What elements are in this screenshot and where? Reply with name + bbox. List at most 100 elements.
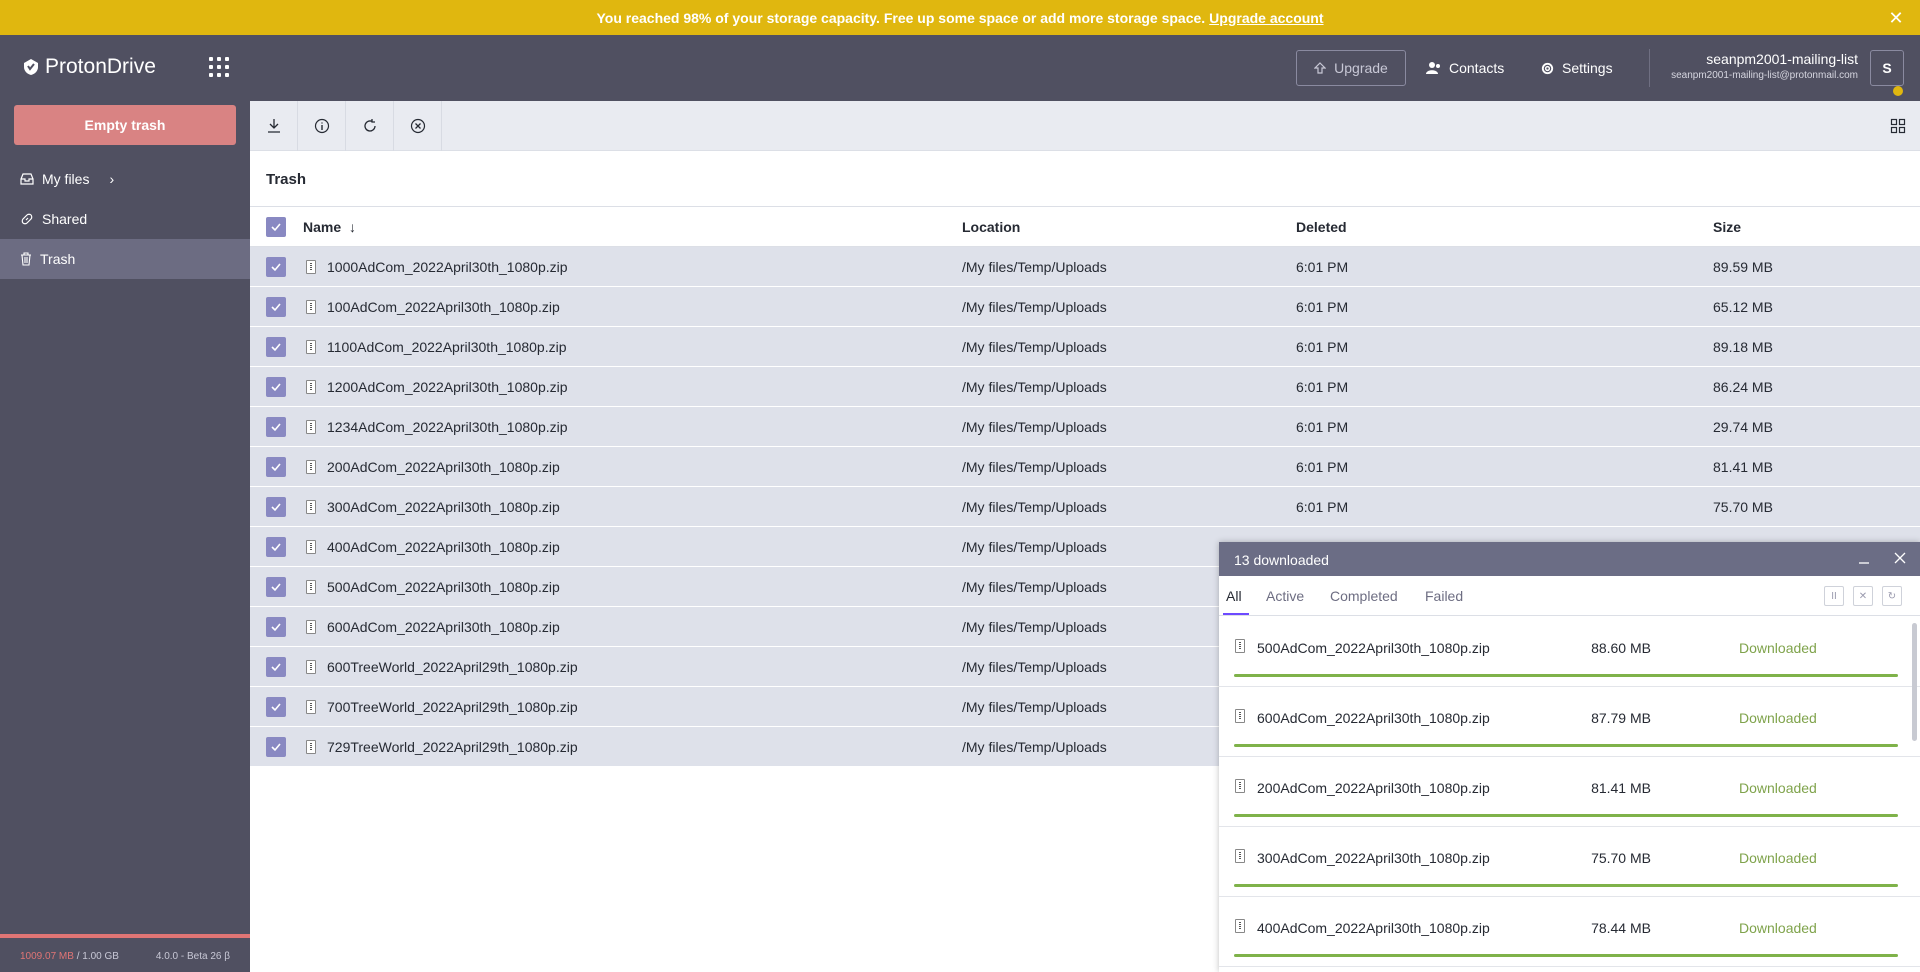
row-checkbox[interactable]: [266, 737, 286, 757]
checkmark-icon: [271, 463, 281, 472]
file-location: /My files/Temp/Uploads: [962, 579, 1107, 595]
column-location[interactable]: Location: [962, 219, 1020, 235]
upgrade-button[interactable]: Upgrade: [1296, 50, 1406, 86]
file-name: 729TreeWorld_2022April29th_1080p.zip: [327, 739, 578, 755]
file-location: /My files/Temp/Uploads: [962, 539, 1107, 555]
file-location: /My files/Temp/Uploads: [962, 379, 1107, 395]
restore-button[interactable]: [346, 101, 394, 151]
sidebar-item-label: Shared: [42, 211, 88, 227]
transfer-file-name: 200AdCom_2022April30th_1080p.zip: [1257, 780, 1490, 796]
file-location: /My files/Temp/Uploads: [962, 499, 1107, 515]
file-name: 600AdCom_2022April30th_1080p.zip: [327, 619, 560, 635]
row-checkbox[interactable]: [266, 337, 286, 357]
pause-all-icon[interactable]: II: [1824, 586, 1844, 606]
active-tab-indicator: [1223, 613, 1249, 615]
tab-failed[interactable]: Failed: [1425, 588, 1463, 604]
upgrade-account-link[interactable]: Upgrade account: [1209, 10, 1323, 26]
table-row[interactable]: 300AdCom_2022April30th_1080p.zip/My file…: [250, 487, 1920, 527]
file-deleted: 6:01 PM: [1296, 459, 1349, 475]
table-row[interactable]: 1200AdCom_2022April30th_1080p.zip/My fil…: [250, 367, 1920, 407]
select-all-checkbox[interactable]: [266, 217, 286, 237]
tab-completed[interactable]: Completed: [1330, 588, 1398, 604]
transfer-file-size: 88.60 MB: [1591, 640, 1651, 656]
row-checkbox[interactable]: [266, 697, 286, 717]
column-size[interactable]: Size: [1713, 219, 1741, 235]
sidebar-item-shared[interactable]: Shared: [0, 199, 250, 239]
avatar[interactable]: S: [1870, 50, 1904, 86]
transfer-item[interactable]: 500AdCom_2022April30th_1080p.zip 88.60 MB…: [1219, 617, 1920, 687]
row-checkbox[interactable]: [266, 657, 286, 677]
upgrade-label: Upgrade: [1334, 60, 1388, 76]
contacts-label: Contacts: [1449, 60, 1505, 76]
row-checkbox[interactable]: [266, 617, 286, 637]
minimize-icon[interactable]: [1856, 550, 1872, 566]
row-checkbox[interactable]: [266, 537, 286, 557]
checkmark-icon: [271, 383, 281, 392]
checkmark-icon: [271, 223, 281, 232]
proton-logo-icon: [24, 59, 38, 75]
banner-message: You reached 98% of your storage capacity…: [596, 9, 1206, 26]
download-button[interactable]: [250, 101, 298, 151]
transfer-list: 500AdCom_2022April30th_1080p.zip 88.60 MB…: [1219, 617, 1920, 972]
proton-drive-logo[interactable]: ProtonDrive: [22, 55, 156, 79]
user-info[interactable]: seanpm2001-mailing-list seanpm2001-maili…: [1671, 51, 1858, 81]
settings-link[interactable]: Settings: [1540, 60, 1613, 76]
file-deleted: 6:01 PM: [1296, 259, 1349, 275]
details-button[interactable]: [298, 101, 346, 151]
zip-file-icon: [306, 300, 316, 314]
file-location: /My files/Temp/Uploads: [962, 699, 1107, 715]
empty-trash-button[interactable]: Empty trash: [14, 105, 236, 145]
zip-file-icon: [1235, 639, 1245, 653]
delete-permanently-button[interactable]: [394, 101, 442, 151]
row-checkbox[interactable]: [266, 577, 286, 597]
zip-file-icon: [306, 420, 316, 434]
file-size: 75.70 MB: [1713, 499, 1773, 515]
table-row[interactable]: 1000AdCom_2022April30th_1080p.zip/My fil…: [250, 247, 1920, 287]
zip-file-icon: [306, 620, 316, 634]
column-deleted[interactable]: Deleted: [1296, 219, 1347, 235]
restart-all-icon[interactable]: ↻: [1882, 586, 1902, 606]
cancel-all-icon[interactable]: ✕: [1853, 586, 1873, 606]
table-row[interactable]: 1234AdCom_2022April30th_1080p.zip/My fil…: [250, 407, 1920, 447]
sidebar-item-trash[interactable]: Trash: [0, 239, 250, 279]
file-name: 700TreeWorld_2022April29th_1080p.zip: [327, 699, 578, 715]
contacts-link[interactable]: Contacts: [1426, 60, 1504, 76]
logo-text: ProtonDrive: [45, 55, 156, 78]
table-row[interactable]: 100AdCom_2022April30th_1080p.zip/My file…: [250, 287, 1920, 327]
zip-file-icon: [306, 700, 316, 714]
tab-all[interactable]: All: [1226, 588, 1242, 604]
file-name: 1100AdCom_2022April30th_1080p.zip: [327, 339, 567, 355]
column-name[interactable]: Name ↓: [303, 219, 356, 235]
table-row[interactable]: 200AdCom_2022April30th_1080p.zip/My file…: [250, 447, 1920, 487]
row-checkbox[interactable]: [266, 417, 286, 437]
transfer-item[interactable]: 200AdCom_2022April30th_1080p.zip 81.41 MB…: [1219, 757, 1920, 827]
chevron-right-icon[interactable]: ›: [109, 171, 114, 187]
info-icon: [314, 118, 329, 134]
file-deleted: 6:01 PM: [1296, 419, 1349, 435]
sidebar-item-my-files[interactable]: My files ›: [0, 159, 250, 199]
row-checkbox[interactable]: [266, 297, 286, 317]
transfer-item[interactable]: 600AdCom_2022April30th_1080p.zip 87.79 MB…: [1219, 687, 1920, 757]
transfer-item[interactable]: 300AdCom_2022April30th_1080p.zip 75.70 MB…: [1219, 827, 1920, 897]
row-checkbox[interactable]: [266, 257, 286, 277]
table-row[interactable]: 1100AdCom_2022April30th_1080p.zip/My fil…: [250, 327, 1920, 367]
file-deleted: 6:01 PM: [1296, 339, 1349, 355]
grid-view-icon[interactable]: [1890, 118, 1906, 134]
row-checkbox[interactable]: [266, 457, 286, 477]
transfer-progress-bar: [1234, 954, 1898, 957]
transfer-scrollbar[interactable]: [1912, 623, 1917, 741]
close-icon[interactable]: ✕: [1886, 8, 1906, 28]
transfer-file-size: 81.41 MB: [1591, 780, 1651, 796]
transfer-file-size: 87.79 MB: [1591, 710, 1651, 726]
file-location: /My files/Temp/Uploads: [962, 659, 1107, 675]
zip-file-icon: [306, 500, 316, 514]
storage-used: 1009.07 MB: [20, 951, 74, 962]
row-checkbox[interactable]: [266, 377, 286, 397]
tab-active[interactable]: Active: [1266, 588, 1304, 604]
close-icon[interactable]: [1892, 550, 1908, 566]
transfer-item[interactable]: 400AdCom_2022April30th_1080p.zip 78.44 MB…: [1219, 897, 1920, 967]
transfer-progress-bar: [1234, 674, 1898, 677]
file-size: 81.41 MB: [1713, 459, 1773, 475]
row-checkbox[interactable]: [266, 497, 286, 517]
apps-grid-icon[interactable]: [208, 56, 230, 78]
